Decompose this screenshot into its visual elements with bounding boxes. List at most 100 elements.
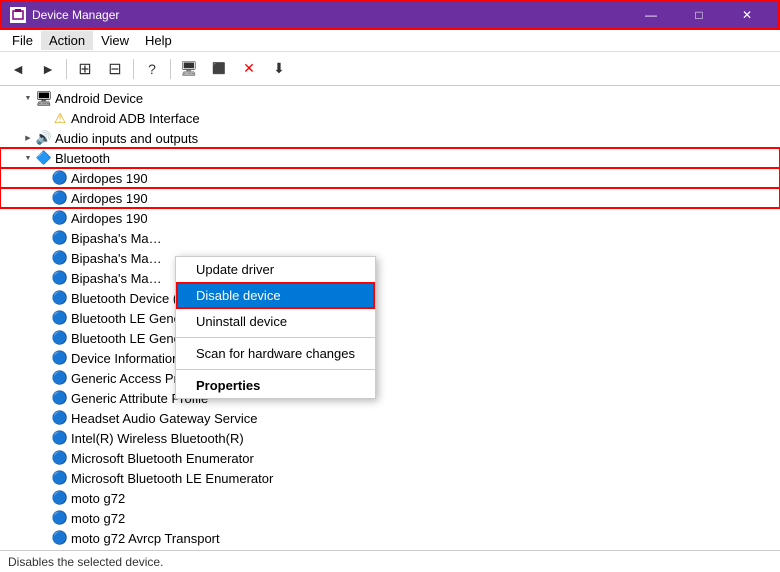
bluetooth-icon: 🔵 xyxy=(52,270,68,286)
disable-icon-btn[interactable]: ✕ xyxy=(235,56,263,82)
tree-item-intel-wireless[interactable]: 🔵 Intel(R) Wireless Bluetooth(R) xyxy=(0,428,780,448)
minimize-button[interactable]: — xyxy=(628,0,674,30)
tree-item-moto-g72-1[interactable]: 🔵 moto g72 xyxy=(0,488,780,508)
tree-item-bipasha-3[interactable]: 🔵 Bipasha's Ma… xyxy=(0,268,780,288)
tree-item-ble-generic-2[interactable]: 🔵 Bluetooth LE Generic Attribute Service xyxy=(0,328,780,348)
context-menu-separator-2 xyxy=(176,369,375,370)
item-label: Airdopes 190 xyxy=(71,191,148,206)
tree-item-generic-access[interactable]: 🔵 Generic Access Profile xyxy=(0,368,780,388)
tree-item-bluetooth[interactable]: 🔷 Bluetooth xyxy=(0,148,780,168)
item-label: Android Device xyxy=(55,91,143,106)
item-label: Airdopes 190 xyxy=(71,211,148,226)
context-menu-item-scan-hardware[interactable]: Scan for hardware changes xyxy=(176,341,375,366)
tree-item-ble-generic-1[interactable]: 🔵 Bluetooth LE Generic Attribute Service xyxy=(0,308,780,328)
audio-icon: 🔊 xyxy=(36,130,52,146)
item-label: Bipasha's Ma… xyxy=(71,271,162,286)
item-label: moto g72 xyxy=(71,491,125,506)
context-menu-item-disable-device[interactable]: Disable device xyxy=(176,282,375,309)
bluetooth-icon: 🔵 xyxy=(52,290,68,306)
bluetooth-icon: 🔵 xyxy=(52,510,68,526)
bluetooth-icon: 🔵 xyxy=(52,430,68,446)
tree-item-generic-attribute[interactable]: 🔵 Generic Attribute Profile xyxy=(0,388,780,408)
context-menu-item-properties[interactable]: Properties xyxy=(176,373,375,398)
menu-bar: File Action View Help xyxy=(0,30,780,52)
context-menu-item-update-driver[interactable]: Update driver xyxy=(176,257,375,282)
bluetooth-icon: 🔵 xyxy=(52,250,68,266)
context-menu-item-uninstall-device[interactable]: Uninstall device xyxy=(176,309,375,334)
bluetooth-icon: 🔵 xyxy=(52,170,68,186)
collapse-button[interactable]: ⊟ xyxy=(101,56,129,82)
bluetooth-icon: 🔵 xyxy=(52,410,68,426)
tree-item-airdopes-3[interactable]: 🔵 Airdopes 190 xyxy=(0,208,780,228)
item-label: Intel(R) Wireless Bluetooth(R) xyxy=(71,431,244,446)
tree-item-android-device[interactable]: 🖥 Android Device xyxy=(0,88,780,108)
item-label: Audio inputs and outputs xyxy=(55,131,198,146)
maximize-button[interactable]: □ xyxy=(676,0,722,30)
monitor-icon-btn[interactable]: ⬛ xyxy=(205,56,233,82)
tree-item-bt-device[interactable]: 🔵 Bluetooth Device (Communication Device… xyxy=(0,288,780,308)
tree-item-moto-g72-2[interactable]: 🔵 moto g72 xyxy=(0,508,780,528)
bluetooth-icon: 🔵 xyxy=(52,190,68,206)
status-bar: Disables the selected device. xyxy=(0,550,780,572)
tree-item-bipasha-1[interactable]: 🔵 Bipasha's Ma… xyxy=(0,228,780,248)
title-bar-title: Device Manager xyxy=(32,8,628,22)
bluetooth-category-icon: 🔷 xyxy=(36,150,52,166)
item-label: Android ADB Interface xyxy=(71,111,200,126)
menu-action[interactable]: Action xyxy=(41,31,93,50)
tree-item-ms-bt-enum[interactable]: 🔵 Microsoft Bluetooth Enumerator xyxy=(0,448,780,468)
item-label: Bipasha's Ma… xyxy=(71,251,162,266)
tree-item-moto-avrcp-1[interactable]: 🔵 moto g72 Avrcp Transport xyxy=(0,528,780,548)
bluetooth-icon: 🔵 xyxy=(52,350,68,366)
bluetooth-icon: 🔵 xyxy=(52,530,68,546)
toolbar: ◄ ► ⊞ ⊟ ? 🖥 ⬛ ✕ ⬇ xyxy=(0,52,780,86)
title-bar-icon xyxy=(10,7,26,23)
menu-view[interactable]: View xyxy=(93,31,137,50)
computer-icon: 🖥 xyxy=(36,90,52,106)
tree-item-audio-inputs[interactable]: 🔊 Audio inputs and outputs xyxy=(0,128,780,148)
help-button[interactable]: ? xyxy=(138,56,166,82)
warning-icon: ⚠ xyxy=(52,110,68,126)
bluetooth-icon: 🔵 xyxy=(52,370,68,386)
expand-icon[interactable] xyxy=(20,150,36,166)
bluetooth-icon: 🔵 xyxy=(52,330,68,346)
expand-icon[interactable] xyxy=(20,90,36,106)
item-label: Airdopes 190 xyxy=(71,171,148,186)
expand-button[interactable]: ⊞ xyxy=(71,56,99,82)
item-label: Bipasha's Ma… xyxy=(71,231,162,246)
back-button[interactable]: ◄ xyxy=(4,56,32,82)
tree-view[interactable]: 🖥 Android Device ⚠ Android ADB Interface… xyxy=(0,86,780,550)
bluetooth-icon: 🔵 xyxy=(52,490,68,506)
menu-help[interactable]: Help xyxy=(137,31,180,50)
tree-item-airdopes-1[interactable]: 🔵 Airdopes 190 xyxy=(0,168,780,188)
context-menu: Update driver Disable device Uninstall d… xyxy=(175,256,376,399)
bluetooth-icon: 🔵 xyxy=(52,230,68,246)
status-text: Disables the selected device. xyxy=(8,555,163,569)
title-bar: Device Manager — □ ✕ xyxy=(0,0,780,30)
bluetooth-icon: 🔵 xyxy=(52,210,68,226)
computer-icon-btn[interactable]: 🖥 xyxy=(175,56,203,82)
tree-item-moto-avrcp-2[interactable]: 🔵 moto g72 Avrcp Transport xyxy=(0,548,780,550)
bluetooth-icon: 🔵 xyxy=(52,470,68,486)
item-label: Microsoft Bluetooth Enumerator xyxy=(71,451,254,466)
forward-button[interactable]: ► xyxy=(34,56,62,82)
item-label: Headset Audio Gateway Service xyxy=(71,411,257,426)
update-icon-btn[interactable]: ⬇ xyxy=(265,56,293,82)
tree-item-bipasha-2[interactable]: 🔵 Bipasha's Ma… xyxy=(0,248,780,268)
context-menu-separator-1 xyxy=(176,337,375,338)
tree-item-ms-bt-le[interactable]: 🔵 Microsoft Bluetooth LE Enumerator xyxy=(0,468,780,488)
tree-item-headset-audio[interactable]: 🔵 Headset Audio Gateway Service xyxy=(0,408,780,428)
bluetooth-icon: 🔵 xyxy=(52,310,68,326)
item-label: moto g72 xyxy=(71,511,125,526)
item-label: Microsoft Bluetooth LE Enumerator xyxy=(71,471,273,486)
tree-item-android-adb[interactable]: ⚠ Android ADB Interface xyxy=(0,108,780,128)
item-label: moto g72 Avrcp Transport xyxy=(71,531,220,546)
item-label: Bluetooth xyxy=(55,151,110,166)
expand-icon[interactable] xyxy=(20,130,36,146)
menu-file[interactable]: File xyxy=(4,31,41,50)
tree-item-airdopes-2[interactable]: 🔵 Airdopes 190 xyxy=(0,188,780,208)
tree-item-device-info[interactable]: 🔵 Device Information Service xyxy=(0,348,780,368)
bluetooth-icon: 🔵 xyxy=(52,450,68,466)
main-content: 🖥 Android Device ⚠ Android ADB Interface… xyxy=(0,86,780,550)
bluetooth-icon: 🔵 xyxy=(52,390,68,406)
close-button[interactable]: ✕ xyxy=(724,0,770,30)
